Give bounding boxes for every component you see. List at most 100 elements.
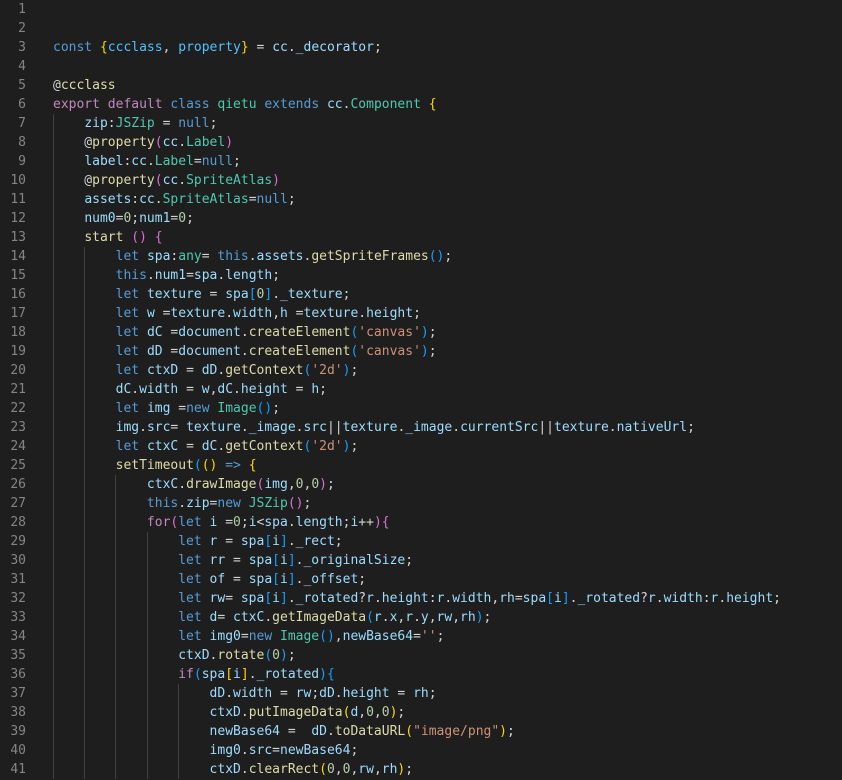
- code-token: ;: [428, 325, 437, 340]
- code-line[interactable]: 2: [0, 19, 842, 38]
- code-token: dD: [311, 724, 327, 739]
- code-token: putImageData: [248, 705, 343, 720]
- code-token: label: [84, 154, 124, 169]
- code-token: ]: [280, 591, 288, 606]
- code-line[interactable]: 20 let ctxD = dD.getContext('2d');: [0, 361, 842, 380]
- code-line[interactable]: 26 ctxC.drawImage(img,0,0);: [0, 475, 842, 494]
- code-token: ctxC: [146, 477, 179, 492]
- code-token: =: [193, 154, 202, 169]
- code-line[interactable]: 17 let w =texture.width,h =texture.heigh…: [0, 304, 842, 323]
- code-token: ctxC: [146, 439, 179, 454]
- code-token: zip: [186, 496, 210, 511]
- line-number: 17: [10, 306, 26, 321]
- code-token: width: [452, 591, 492, 606]
- code-token: .: [240, 344, 249, 359]
- code-token: .: [655, 591, 664, 606]
- code-line[interactable]: 4: [0, 57, 842, 76]
- code-line[interactable]: 21 dC.width = w,dC.height = h;: [0, 380, 842, 399]
- code-token: @: [53, 173, 93, 188]
- code-line[interactable]: 28 for(let i =0;i<spa.length;i++){: [0, 513, 842, 532]
- code-line[interactable]: 1: [0, 0, 842, 19]
- code-token: _rect: [295, 534, 335, 549]
- code-token: ccclass: [60, 78, 116, 93]
- code-token: num1: [154, 268, 187, 283]
- code-line[interactable]: 41 ctxD.clearRect(0,0,rw,rh);: [0, 760, 842, 779]
- code-token: ;: [483, 610, 492, 625]
- code-line[interactable]: 19 let dD =document.createElement('canva…: [0, 342, 842, 361]
- code-line[interactable]: 9 label:cc.Label=null;: [0, 152, 842, 171]
- code-line[interactable]: 11 assets:cc.SpriteAtlas=null;: [0, 190, 842, 209]
- code-token: export: [53, 97, 108, 112]
- code-line[interactable]: 22 let img =new Image();: [0, 399, 842, 418]
- code-line[interactable]: 3 const {ccclass, property} = cc._decorat…: [0, 38, 842, 57]
- code-token: (: [264, 648, 273, 663]
- code-token: new: [186, 401, 218, 416]
- code-line[interactable]: 23 img.src= texture._image.src||texture.…: [0, 418, 842, 437]
- code-line[interactable]: 27 this.zip=new JSZip();: [0, 494, 842, 513]
- code-token: ,: [358, 705, 367, 720]
- code-line[interactable]: 6 export default class qietu extends cc.C…: [0, 95, 842, 114]
- code-token: 0: [326, 762, 335, 777]
- line-number: 25: [10, 458, 26, 473]
- code-token: img: [146, 401, 171, 416]
- code-token: ;: [186, 211, 194, 226]
- code-line[interactable]: 12 num0=0;num1=0;: [0, 209, 842, 228]
- code-line[interactable]: 29 let r = spa[i]._rect;: [0, 532, 842, 551]
- code-token: =>: [225, 458, 241, 473]
- line-number: 27: [10, 496, 26, 511]
- line-number: 23: [10, 420, 26, 435]
- code-token: [: [546, 591, 554, 606]
- code-line[interactable]: 34 let img0=new Image(),newBase64='';: [0, 627, 842, 646]
- code-line[interactable]: 38 ctxD.putImageData(d,0,0);: [0, 703, 842, 722]
- code-editor[interactable]: 1 2 3 const {ccclass, property} = cc._decor…: [0, 0, 842, 780]
- code-token: ): [373, 515, 382, 530]
- line-code: let rr = spa[i]._originalSize;: [53, 551, 413, 570]
- code-line[interactable]: 36 if(spa[i]._rotated){: [0, 665, 842, 684]
- code-token: .: [248, 249, 257, 264]
- line-number: 6: [18, 97, 26, 112]
- code-line[interactable]: 35 ctxD.rotate(0);: [0, 646, 842, 665]
- code-token: }: [240, 40, 249, 55]
- code-line[interactable]: 8 @property(cc.Label): [0, 133, 842, 152]
- code-line[interactable]: 40 img0.src=newBase64;: [0, 741, 842, 760]
- code-token: ]: [264, 287, 273, 302]
- code-line[interactable]: 10 @property(cc.SpriteAtlas): [0, 171, 842, 190]
- code-token: SpriteAtlas: [162, 192, 249, 207]
- code-line[interactable]: 33 let d= ctxC.getImageData(r.x,r.y,rw,r…: [0, 608, 842, 627]
- code-line[interactable]: 31 let of = spa[i]._offset;: [0, 570, 842, 589]
- code-token: ,: [334, 629, 343, 644]
- line-code: dC.width = w,dC.height = h;: [53, 380, 327, 399]
- code-token: ;: [428, 686, 437, 701]
- line-code: let d= ctxC.getImageData(r.x,r.y,rw,rh);: [53, 608, 491, 627]
- code-line[interactable]: 13 start () {: [0, 228, 842, 247]
- code-line[interactable]: 15 this.num1=spa.length;: [0, 266, 842, 285]
- code-token: [: [248, 287, 257, 302]
- code-line[interactable]: 25 setTimeout(() => {: [0, 456, 842, 475]
- code-line[interactable]: 37 dD.width = rw;dD.height = rh;: [0, 684, 842, 703]
- code-token: ;: [428, 344, 437, 359]
- code-token: this: [217, 249, 249, 264]
- code-line[interactable]: 32 let rw= spa[i]._rotated?r.height:r.wi…: [0, 589, 842, 608]
- code-line[interactable]: 5 @ccclass: [0, 76, 842, 95]
- code-line[interactable]: 7 zip:JSZip = null;: [0, 114, 842, 133]
- code-token: height: [342, 686, 390, 701]
- line-code: this.num1=spa.length;: [53, 266, 280, 285]
- code-token: dD: [146, 344, 163, 359]
- code-token: ;: [687, 420, 695, 435]
- code-line[interactable]: 18 let dC =document.createElement('canva…: [0, 323, 842, 342]
- code-token: default: [107, 97, 171, 112]
- code-line[interactable]: 30 let rr = spa[i]._originalSize;: [0, 551, 842, 570]
- code-token: property: [92, 173, 155, 188]
- code-token: spa: [193, 268, 218, 283]
- code-line[interactable]: 14 let spa:any= this.assets.getSpriteFra…: [0, 247, 842, 266]
- code-line[interactable]: 39 newBase64 = dD.toDataURL("image/png")…: [0, 722, 842, 741]
- code-token: ;: [287, 648, 296, 663]
- code-token: ,: [272, 306, 281, 321]
- code-token: ;: [131, 211, 140, 226]
- code-line[interactable]: 24 let ctxC = dC.getContext('2d');: [0, 437, 842, 456]
- code-line[interactable]: 16 let texture = spa[0]._texture;: [0, 285, 842, 304]
